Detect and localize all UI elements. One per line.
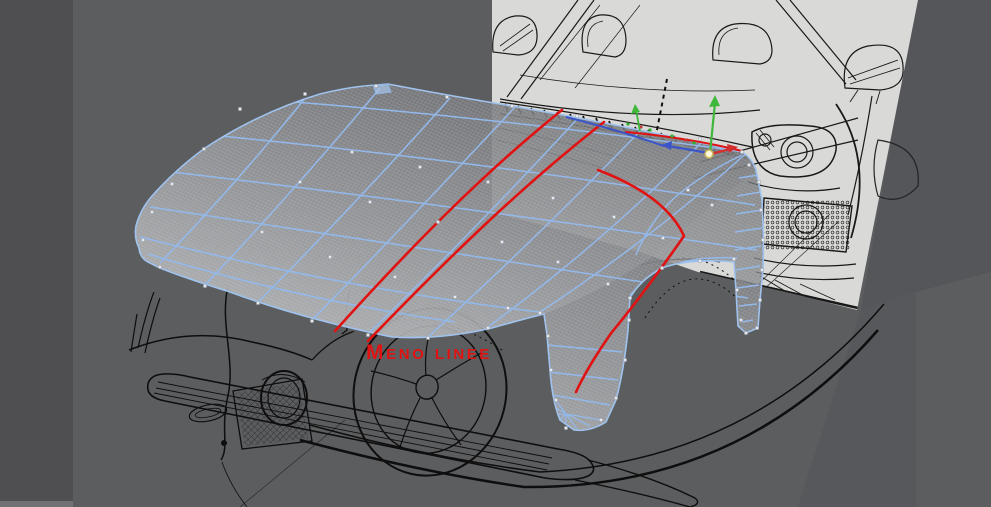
sketch-grille-mesh bbox=[236, 382, 308, 446]
gizmo-origin-handle[interactable] bbox=[704, 149, 714, 159]
fog-grille-mesh bbox=[764, 200, 850, 250]
curve-knot bbox=[221, 440, 227, 446]
annotation-text: Meno linee bbox=[366, 341, 493, 364]
background-left-band bbox=[0, 0, 73, 507]
viewport-canvas[interactable] bbox=[0, 0, 991, 507]
background-bottom-left-strip bbox=[0, 501, 73, 507]
3d-viewport[interactable]: Meno linee bbox=[0, 0, 991, 507]
